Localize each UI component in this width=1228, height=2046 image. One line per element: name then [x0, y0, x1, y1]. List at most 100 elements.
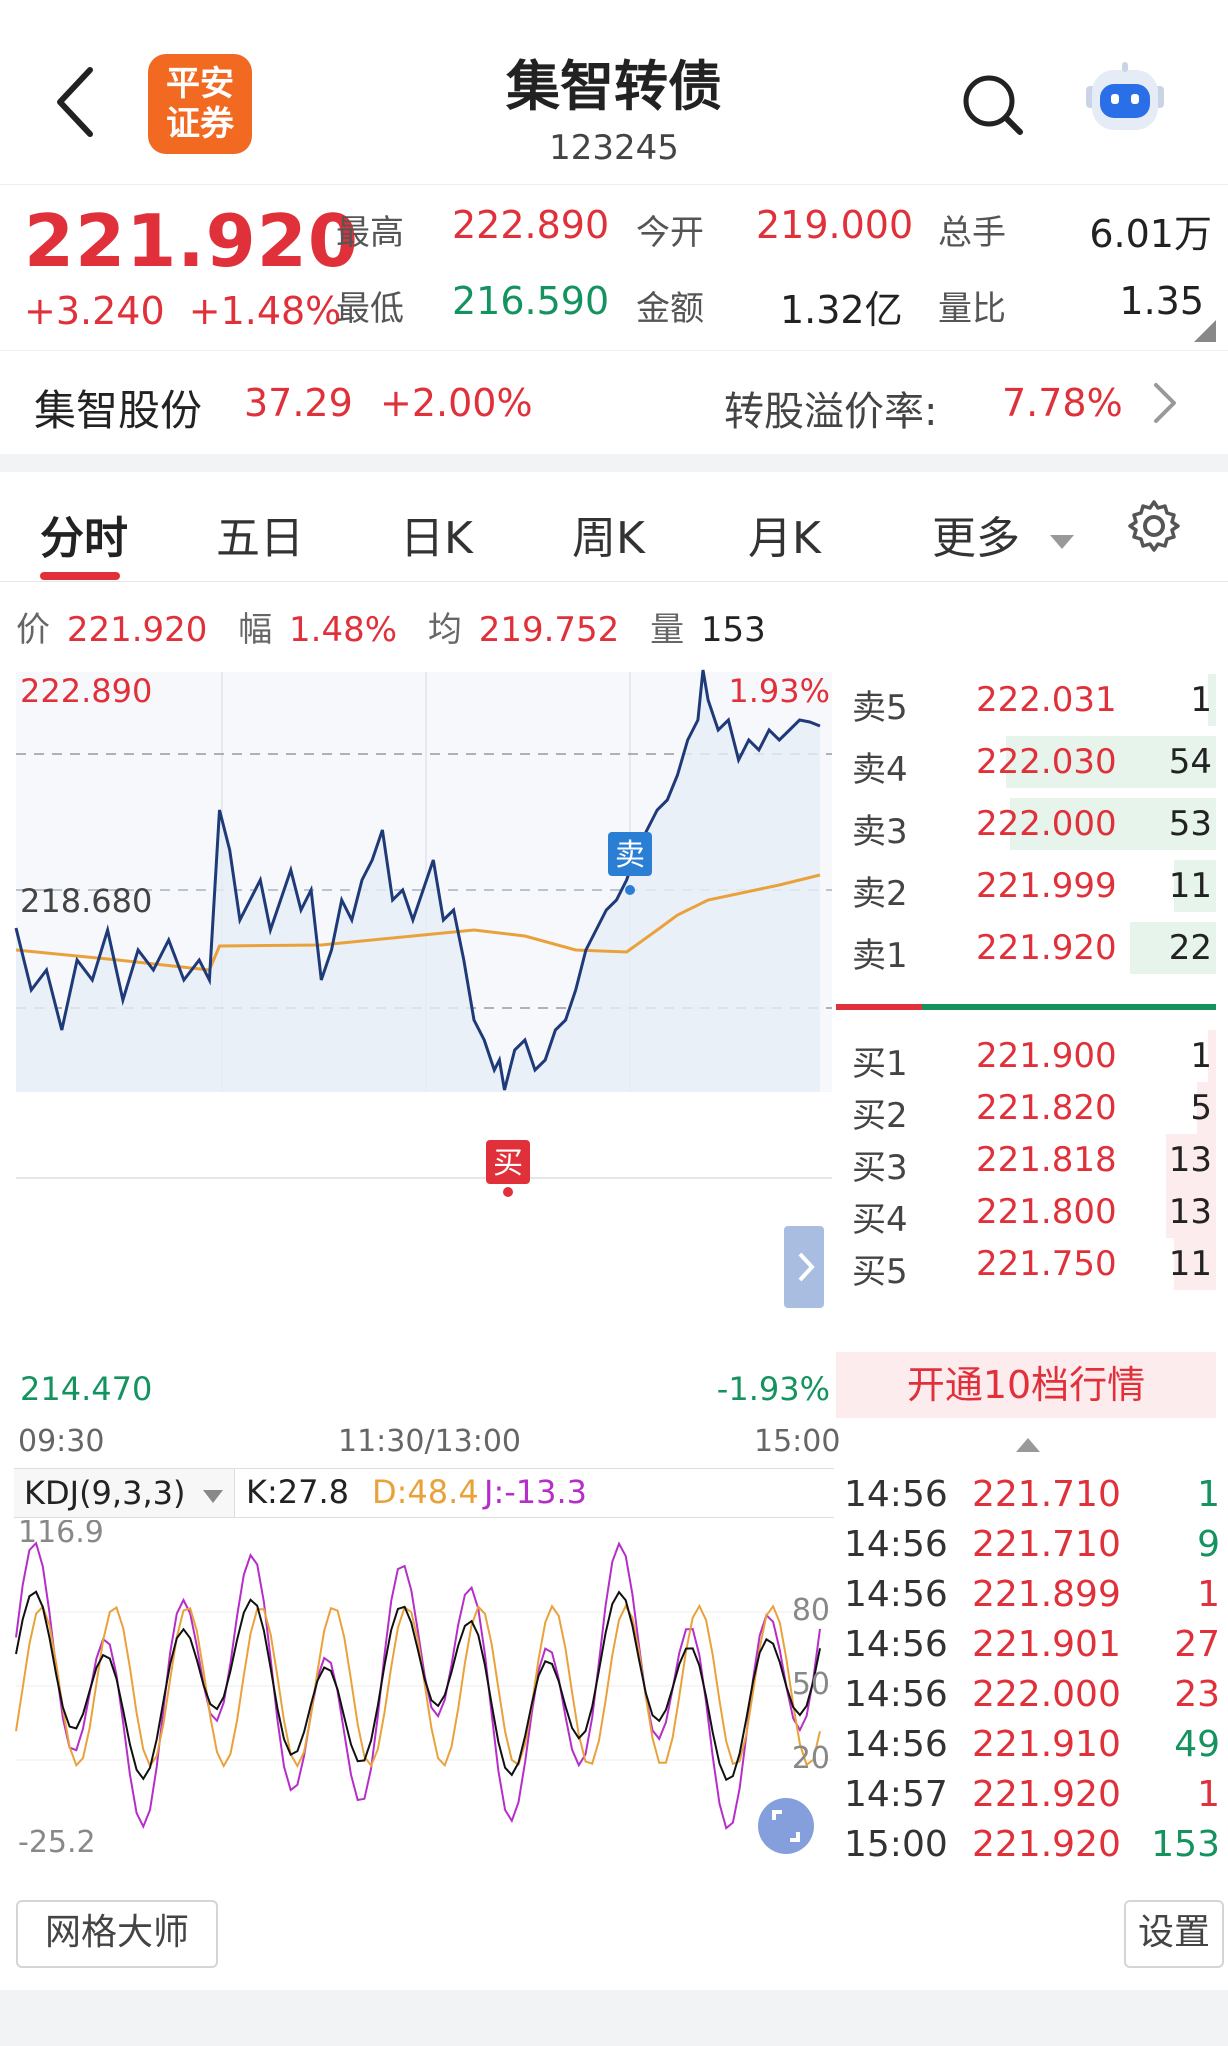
tab-five-day[interactable]: 五日: [216, 502, 304, 566]
bottom-divider: [0, 1990, 1228, 2046]
expand-corner-icon[interactable]: [1194, 320, 1216, 342]
scroll-up-icon[interactable]: [1014, 1436, 1042, 1454]
intraday-chart[interactable]: 买 卖 222.890 218.680 214.470 1.93% -1.93%: [0, 660, 836, 1420]
info-range-label: 幅: [238, 610, 273, 650]
x-axis-end: 15:00: [754, 1424, 841, 1459]
bid-level-price: 221.818: [976, 1140, 1117, 1180]
grid-master-button[interactable]: 网格大师: [16, 1900, 218, 1968]
tick-time: 14:56: [844, 1674, 948, 1715]
change-amount: +3.240: [24, 289, 165, 333]
settings-button[interactable]: 设置: [1124, 1900, 1224, 1968]
tick-time: 14:56: [844, 1524, 948, 1565]
buy-marker[interactable]: 买: [486, 1140, 530, 1197]
ask-level-volume: 22: [1168, 928, 1212, 968]
info-price: 221.920: [66, 610, 208, 650]
ask-level-row[interactable]: 卖5 222.031 1: [836, 670, 1216, 730]
bid-level-price: 221.750: [976, 1244, 1117, 1284]
underlying-stock-name: 集智股份: [34, 386, 203, 435]
sell-marker-label: 卖: [615, 838, 645, 873]
info-avg-label: 均: [427, 610, 462, 650]
kdj-header: KDJ(9,3,3) K:27.8 D:48.4 J:-13.3: [14, 1468, 834, 1518]
ask-level-row[interactable]: 卖3 222.000 53: [836, 794, 1216, 854]
bid-level-volume: 11: [1168, 1244, 1212, 1284]
high-value: 222.890: [452, 203, 610, 247]
indicator-name: KDJ(9,3,3): [24, 1474, 186, 1512]
tick-volume: 27: [1174, 1624, 1220, 1665]
ask-level-row[interactable]: 卖1 221.920 22: [836, 918, 1216, 978]
info-vol: 153: [700, 610, 766, 650]
tab-daily-k[interactable]: 日K: [400, 502, 473, 566]
security-code: 123245: [549, 128, 679, 168]
bid-level-label: 买5: [852, 1252, 908, 1292]
bid-level-volume: 1: [1190, 1036, 1212, 1076]
x-axis-start: 09:30: [18, 1424, 105, 1459]
amount-value: 1.32亿: [780, 288, 903, 332]
bid-level-volume: 13: [1168, 1140, 1212, 1180]
tab-intraday[interactable]: 分时: [40, 502, 128, 566]
ask-level-price: 221.920: [976, 928, 1117, 968]
search-button[interactable]: [958, 70, 1028, 140]
tab-more[interactable]: 更多: [932, 502, 1076, 566]
kdj-k-value: K:27.8: [246, 1473, 350, 1511]
info-price-label: 价: [16, 610, 50, 650]
tick-time: 14:56: [844, 1474, 948, 1515]
x-axis-mid: 11:30/13:00: [338, 1424, 522, 1459]
ask-level-label: 卖1: [852, 936, 908, 976]
low-value: 216.590: [452, 279, 610, 323]
volume-value: 6.01万: [1089, 212, 1212, 256]
kdj-chart[interactable]: 116.9 -25.2 80 50 20: [0, 1520, 836, 1882]
ask-level-label: 卖2: [852, 874, 908, 914]
underlying-stock-change: +2.00%: [380, 381, 533, 425]
bid-level-row[interactable]: 买3 221.818 13: [836, 1130, 1216, 1190]
robot-icon: [1086, 62, 1164, 130]
tick-row: 14:56 221.710 9: [836, 1520, 1220, 1570]
open-label: 今开: [636, 213, 704, 253]
amount-label: 金额: [636, 289, 704, 329]
indicator-selector[interactable]: KDJ(9,3,3): [14, 1469, 235, 1517]
tab-weekly-k[interactable]: 周K: [572, 502, 645, 566]
tick-price: 221.710: [972, 1474, 1121, 1515]
kdj-level-20: 20: [792, 1741, 830, 1776]
active-tab-indicator: [40, 572, 120, 580]
tick-price: 221.910: [972, 1724, 1121, 1765]
ask-level-row[interactable]: 卖2 221.999 11: [836, 856, 1216, 916]
buy-marker-label: 买: [493, 1146, 523, 1181]
ask-level-row[interactable]: 卖4 222.030 54: [836, 732, 1216, 792]
bid-level-row[interactable]: 买5 221.750 11: [836, 1234, 1216, 1294]
expand-orderbook-button[interactable]: [784, 1226, 824, 1308]
tick-row: 14:56 222.000 23: [836, 1670, 1220, 1720]
bid-level-row[interactable]: 买2 221.820 5: [836, 1078, 1216, 1138]
tick-row: 14:56 221.910 49: [836, 1720, 1220, 1770]
chart-settings-button[interactable]: [1126, 498, 1182, 558]
tick-price: 221.710: [972, 1524, 1121, 1565]
underlying-stock-price: 37.29: [244, 381, 353, 425]
fullscreen-button[interactable]: [758, 1798, 814, 1854]
tab-more-label: 更多: [932, 513, 1020, 564]
pct-axis-high: 1.93%: [728, 672, 830, 710]
info-avg: 219.752: [478, 610, 620, 650]
tick-volume: 1: [1197, 1774, 1220, 1815]
tab-monthly-k[interactable]: 月K: [748, 502, 821, 566]
tick-time: 14:57: [844, 1774, 948, 1815]
low-label: 最低: [336, 289, 404, 329]
ask-level-price: 221.999: [976, 866, 1117, 906]
tick-volume: 23: [1174, 1674, 1220, 1715]
fullscreen-button-bg: [758, 1798, 814, 1854]
premium-rate-label: 转股溢价率:: [724, 389, 938, 435]
volume-ratio-label: 量比: [938, 289, 1006, 329]
chart-period-tabs: 分时 五日 日K 周K 月K 更多: [0, 472, 1228, 582]
ask-level-price: 222.000: [976, 804, 1117, 844]
bid-level-row[interactable]: 买4 221.800 13: [836, 1182, 1216, 1242]
price-change: +3.240 +1.48%: [24, 289, 341, 333]
tick-price: 221.901: [972, 1624, 1121, 1665]
upgrade-level2-button[interactable]: 开通10档行情: [836, 1352, 1216, 1418]
ai-assistant-button[interactable]: [1082, 60, 1168, 142]
buy-marker-dot: [503, 1187, 513, 1197]
y-axis-mid: 218.680: [20, 882, 152, 920]
bid-ask-ratio-sell: [836, 1004, 922, 1010]
y-axis-high: 222.890: [20, 672, 152, 710]
bid-level-row[interactable]: 买1 221.900 1: [836, 1026, 1216, 1086]
tick-row: 14:57 221.920 1: [836, 1770, 1220, 1820]
underlying-stock-row[interactable]: 集智股份 37.29 +2.00% 转股溢价率: 7.78%: [0, 350, 1228, 454]
gear-icon: [1128, 500, 1180, 552]
